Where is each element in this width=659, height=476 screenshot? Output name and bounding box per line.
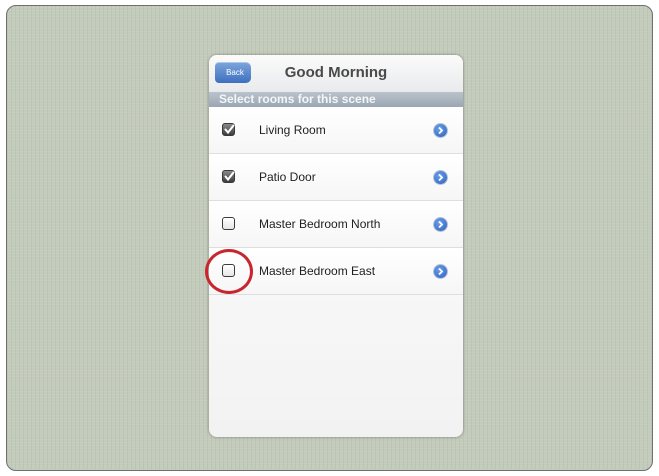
disclosure-arrow-icon[interactable] <box>434 218 447 231</box>
checkmark-icon <box>224 124 235 135</box>
room-row-master-bedroom-north[interactable]: Master Bedroom North <box>209 201 463 248</box>
disclosure-arrow-icon[interactable] <box>434 171 447 184</box>
room-checkbox-patio-door[interactable] <box>222 170 235 183</box>
room-row-living-room[interactable]: Living Room <box>209 107 463 154</box>
room-row-master-bedroom-east[interactable]: Master Bedroom East <box>209 248 463 295</box>
room-label: Master Bedroom North <box>259 217 381 231</box>
room-list: Living Room Patio Door Master Bedroom No… <box>209 107 463 295</box>
room-label: Patio Door <box>259 170 316 184</box>
section-header: Select rooms for this scene <box>209 92 463 107</box>
room-checkbox-living-room[interactable] <box>222 123 235 136</box>
room-checkbox-master-bedroom-north[interactable] <box>222 217 235 230</box>
back-button[interactable]: Back <box>215 62 251 83</box>
navigation-bar: Good Morning Back <box>209 55 463 92</box>
phone-screen: Good Morning Back Select rooms for this … <box>209 55 463 437</box>
disclosure-arrow-icon[interactable] <box>434 124 447 137</box>
room-checkbox-master-bedroom-east[interactable] <box>222 264 235 277</box>
room-label: Master Bedroom East <box>259 264 376 278</box>
disclosure-arrow-icon[interactable] <box>434 265 447 278</box>
checkmark-icon <box>224 171 235 182</box>
room-row-patio-door[interactable]: Patio Door <box>209 154 463 201</box>
screenshot-frame: Good Morning Back Select rooms for this … <box>6 5 653 471</box>
room-label: Living Room <box>259 123 326 137</box>
